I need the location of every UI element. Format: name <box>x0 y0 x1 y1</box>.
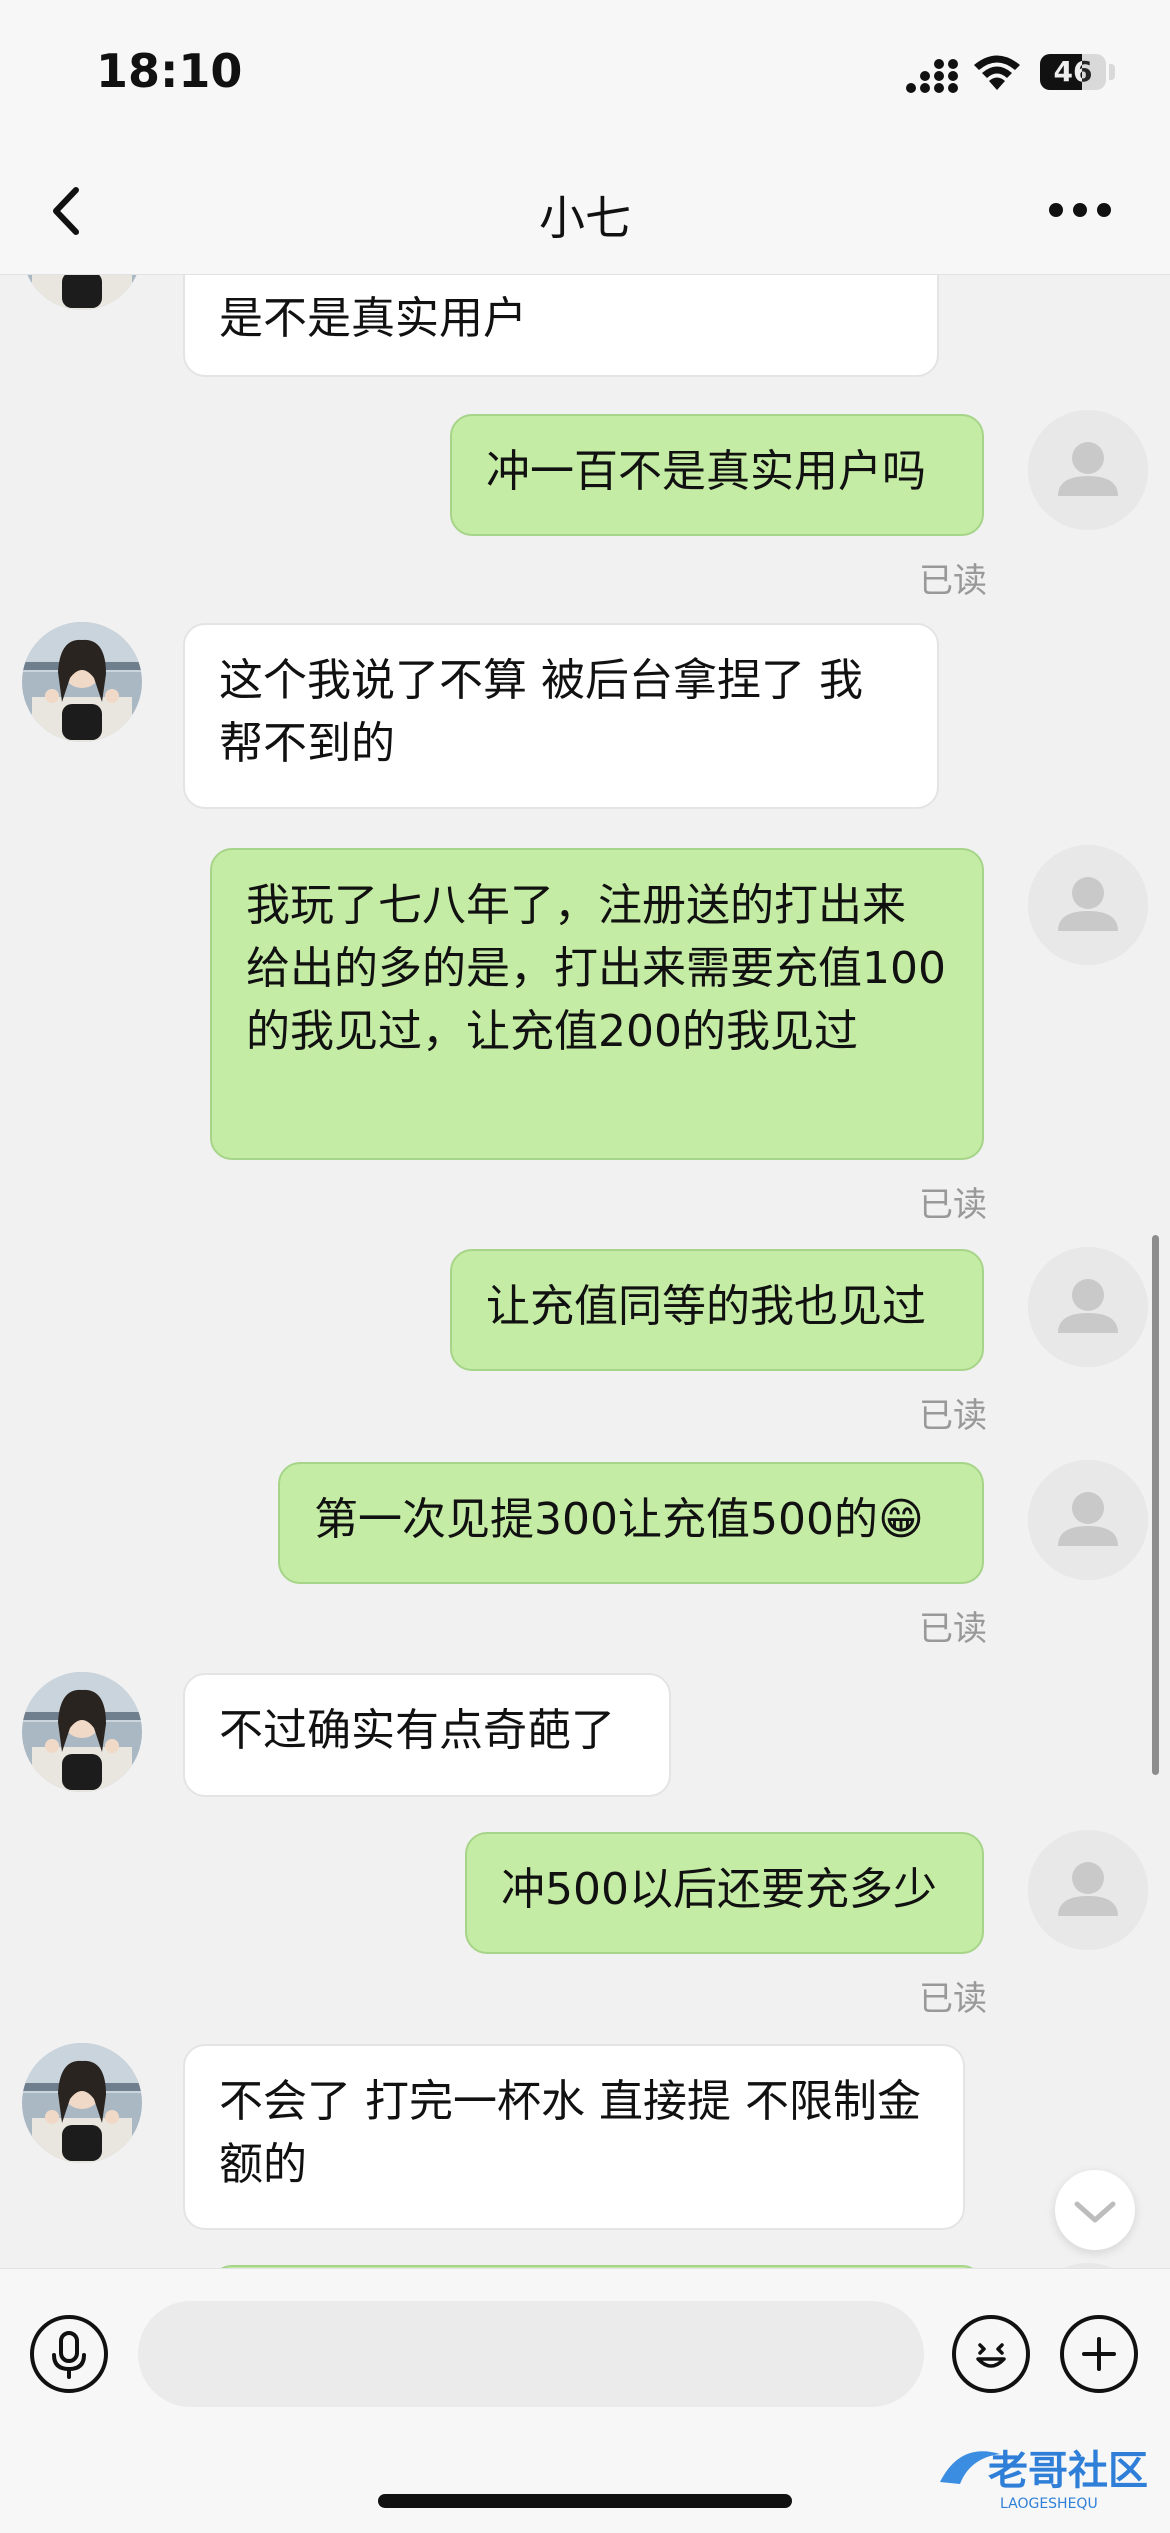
message-bubble-incoming[interactable]: 不会了 打完一杯水 直接提 不限制金额的 <box>183 2044 965 2230</box>
read-receipt: 已读 <box>919 561 987 601</box>
scroll-to-bottom-button[interactable] <box>1055 2170 1135 2250</box>
message-bubble-outgoing[interactable]: 我玩了七八年了，注册送的打出来给出的多的是，打出来需要充值100的我见过，让充值… <box>210 848 984 1160</box>
message-bubble-outgoing[interactable]: 冲500以后还要充多少 <box>465 1832 984 1954</box>
user-avatar-placeholder[interactable] <box>1028 845 1148 965</box>
chevron-down-icon <box>1074 2201 1116 2223</box>
contact-avatar[interactable] <box>22 2043 142 2163</box>
chat-scrollbar[interactable] <box>1152 1235 1159 1775</box>
cellular-signal-icon <box>906 59 958 93</box>
smile-icon <box>976 2343 1006 2368</box>
battery-tip <box>1109 64 1115 80</box>
contact-avatar[interactable] <box>22 1672 142 1792</box>
watermark-text: 老哥社区 <box>988 2448 1148 2494</box>
battery-icon: 46 <box>1040 54 1106 90</box>
message-bubble-outgoing[interactable]: 冲一百不是真实用户吗 <box>450 414 984 536</box>
user-avatar-placeholder[interactable] <box>1028 1460 1148 1580</box>
message-input[interactable] <box>138 2301 924 2407</box>
user-avatar-placeholder[interactable] <box>1028 1830 1148 1950</box>
message-bubble-outgoing[interactable]: 让充值同等的我也见过 <box>450 1249 984 1371</box>
watermark-logo: 老哥社区 LAOGESHEQU <box>940 2448 1148 2512</box>
emoji-button[interactable] <box>952 2315 1030 2393</box>
plus-icon <box>1082 2337 1116 2371</box>
page-title: 小七 <box>539 191 631 245</box>
wifi-icon <box>974 55 1020 90</box>
message-bubble-outgoing[interactable]: 第一次见提300让充值500的😁 <box>278 1462 984 1584</box>
user-avatar-placeholder[interactable] <box>1028 1247 1148 1367</box>
home-indicator[interactable] <box>378 2494 792 2508</box>
message-bubble-incoming[interactable]: 不过确实有点奇葩了 <box>183 1673 671 1797</box>
status-bar: 18:10 46 <box>0 0 1170 150</box>
contact-avatar[interactable] <box>22 275 142 310</box>
nav-bar: 小七 <box>0 150 1170 275</box>
read-receipt: 已读 <box>919 1185 987 1225</box>
message-list[interactable]: 是不是真实用户 冲一百不是真实用户吗 已读 这个我说了不算 被后台拿捏了 我帮不… <box>0 275 1170 2268</box>
voice-input-button[interactable] <box>30 2315 108 2393</box>
watermark-subtext: LAOGESHEQU <box>1000 2496 1098 2512</box>
microphone-icon <box>52 2331 86 2379</box>
read-receipt: 已读 <box>919 1979 987 2019</box>
message-bubble-incoming[interactable]: 是不是真实用户 <box>183 275 939 377</box>
read-receipt: 已读 <box>919 1396 987 1436</box>
more-options-icon[interactable] <box>1040 180 1120 240</box>
message-bubble-incoming[interactable]: 这个我说了不算 被后台拿捏了 我帮不到的 <box>183 623 939 809</box>
battery-level: 46 <box>1053 55 1093 88</box>
read-receipt: 已读 <box>919 1609 987 1649</box>
add-attachment-button[interactable] <box>1060 2315 1138 2393</box>
status-time: 18:10 <box>96 44 243 98</box>
user-avatar-placeholder[interactable] <box>1028 410 1148 530</box>
contact-avatar[interactable] <box>22 622 142 742</box>
input-bar: 老哥社区 LAOGESHEQU <box>0 2268 1170 2533</box>
